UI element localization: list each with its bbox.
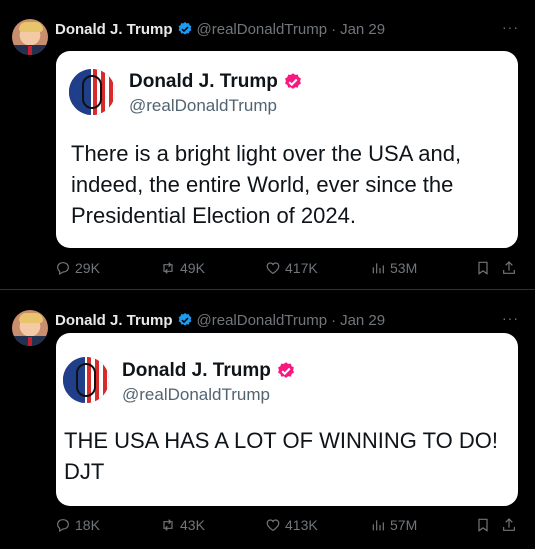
views-chart-icon: [372, 520, 384, 531]
bookmark-icon: [478, 518, 488, 532]
card-text: There is a bright light over the USA and…: [71, 141, 462, 228]
share-icon: [503, 518, 515, 531]
heart-icon: [266, 519, 280, 532]
like-count: 417K: [285, 260, 318, 276]
reply-icon: [57, 519, 69, 533]
heart-icon: [266, 262, 280, 275]
card-author-handle: @realDonaldTrump: [129, 96, 277, 115]
face-outline: [82, 75, 102, 109]
avatar-hair: [19, 22, 43, 32]
views-button[interactable]: 57M: [370, 517, 417, 533]
like-button[interactable]: 417K: [265, 260, 318, 276]
bookmark-button[interactable]: [475, 260, 491, 276]
like-count: 413K: [285, 517, 318, 533]
post[interactable]: Donald J. Trump @realDonaldTrump · Jan 2…: [0, 291, 535, 549]
views-chart-icon: [372, 263, 384, 274]
reply-count: 29K: [75, 260, 100, 276]
more-options-icon[interactable]: ···: [502, 310, 519, 326]
post-date[interactable]: Jan 29: [340, 21, 385, 38]
card-author-name-text: Donald J. Trump: [129, 71, 278, 92]
verified-badge-icon: [178, 313, 191, 326]
avatar-tie: [28, 46, 32, 55]
face-outline: [76, 363, 96, 397]
bookmark-button[interactable]: [475, 517, 491, 533]
action-bar: 18K 43K 413K 57M: [55, 517, 520, 537]
repost-count: 43K: [180, 517, 205, 533]
reply-button[interactable]: 18K: [55, 517, 100, 533]
author-avatar[interactable]: [12, 19, 48, 55]
avatar-hair: [19, 313, 43, 323]
card-author-name: Donald J. Trump: [129, 71, 303, 93]
card-author-name: Donald J. Trump: [122, 360, 296, 382]
repost-icon: [163, 262, 173, 274]
card-text: THE USA HAS A LOT OF WINNING TO DO! DJT: [64, 428, 498, 484]
repost-button[interactable]: 49K: [160, 260, 205, 276]
quote-card-image[interactable]: Donald J. Trump @realDonaldTrump There i…: [56, 51, 518, 248]
post-date[interactable]: Jan 29: [340, 312, 385, 329]
separator-dot: ·: [331, 20, 337, 38]
share-button[interactable]: [501, 260, 517, 276]
repost-button[interactable]: 43K: [160, 517, 205, 533]
author-name[interactable]: Donald J. Trump: [55, 312, 173, 329]
author-name[interactable]: Donald J. Trump: [55, 21, 173, 38]
share-button[interactable]: [501, 517, 517, 533]
views-button[interactable]: 53M: [370, 260, 417, 276]
avatar-tie: [28, 337, 32, 346]
repost-count: 49K: [180, 260, 205, 276]
views-count: 57M: [390, 517, 418, 533]
post-header: Donald J. Trump @realDonaldTrump · Jan 2…: [55, 310, 385, 330]
like-button[interactable]: 413K: [265, 517, 318, 533]
post[interactable]: Donald J. Trump @realDonaldTrump · Jan 2…: [0, 0, 535, 290]
post-header: Donald J. Trump @realDonaldTrump · Jan 2…: [55, 19, 385, 39]
bookmark-icon: [478, 261, 488, 275]
author-avatar[interactable]: [12, 310, 48, 346]
share-icon: [503, 261, 515, 274]
author-handle[interactable]: @realDonaldTrump: [197, 21, 328, 38]
card-avatar: [69, 69, 115, 115]
card-verified-badge-icon: [277, 362, 294, 378]
reply-icon: [57, 262, 69, 276]
separator-dot: ·: [331, 311, 337, 329]
repost-icon: [163, 519, 173, 531]
card-author-handle: @realDonaldTrump: [122, 385, 270, 404]
card-author-name-text: Donald J. Trump: [122, 360, 271, 381]
action-bar: 29K 49K 417K 53M: [55, 260, 520, 280]
author-handle[interactable]: @realDonaldTrump: [197, 312, 328, 329]
card-verified-badge-icon: [284, 73, 301, 89]
more-options-icon[interactable]: ···: [502, 19, 519, 35]
quote-card-image[interactable]: Donald J. Trump @realDonaldTrump THE USA…: [56, 333, 518, 506]
reply-button[interactable]: 29K: [55, 260, 100, 276]
views-count: 53M: [390, 260, 418, 276]
reply-count: 18K: [75, 517, 100, 533]
verified-badge-icon: [178, 22, 191, 35]
card-avatar: [63, 357, 109, 403]
